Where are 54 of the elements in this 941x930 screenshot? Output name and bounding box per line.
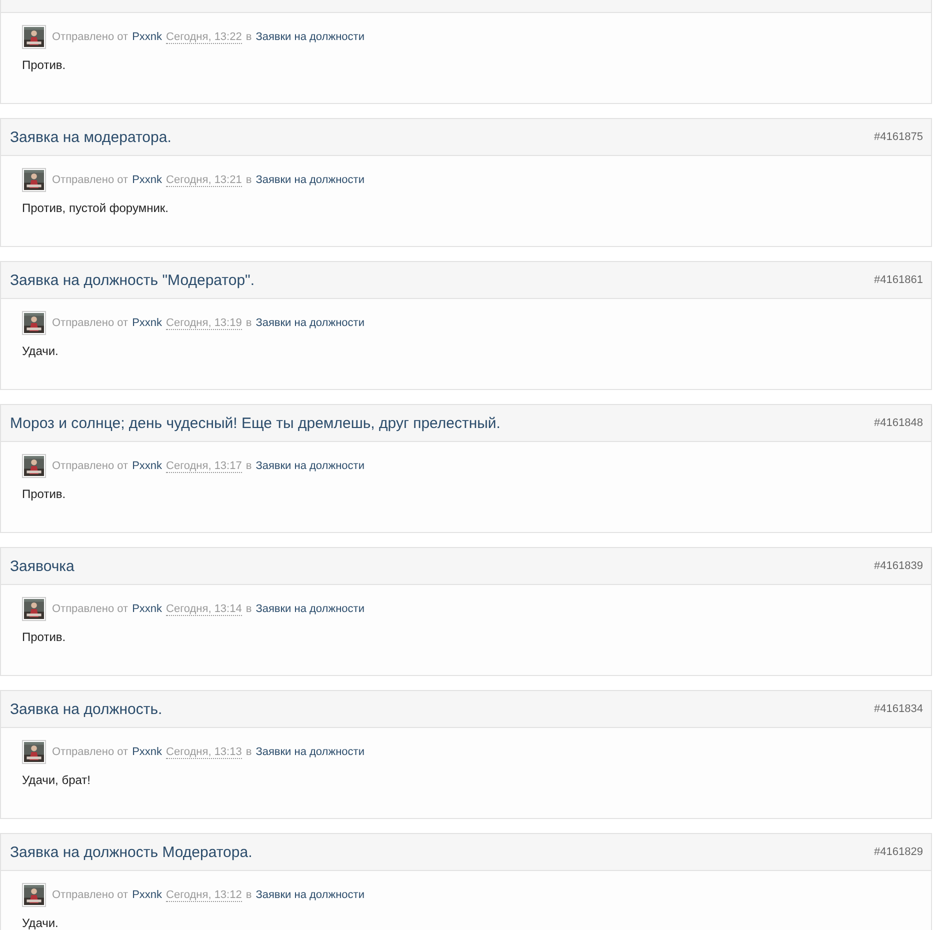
post-text: Против.	[22, 58, 67, 72]
author-link[interactable]: Pxxnk	[132, 31, 162, 43]
forum-link[interactable]: Заявки на должности	[256, 31, 364, 43]
author-link[interactable]: Pxxnk	[132, 174, 162, 186]
posted-by-label: Отправлено от	[52, 174, 128, 186]
in-label: в	[246, 889, 252, 901]
post-number: #4161875	[874, 131, 923, 143]
post-number: #4161839	[874, 560, 923, 572]
post-date: Сегодня, 13:17	[166, 460, 242, 472]
forum-link[interactable]: Заявки на должности	[256, 746, 364, 758]
forum-link[interactable]: Заявки на должности	[256, 174, 364, 186]
post-date: Сегодня, 13:22	[166, 30, 242, 44]
author-link[interactable]: Pxxnk	[132, 746, 162, 758]
post-date: Сегодня, 13:14	[166, 602, 242, 616]
post-number: #4161861	[874, 274, 923, 286]
in-label: в	[246, 603, 252, 615]
post-date: Сегодня, 13:19	[166, 316, 242, 330]
post-text: Удачи, брат!	[22, 773, 92, 787]
forum-link[interactable]: Заявки на должности	[256, 603, 364, 615]
in-label: в	[246, 746, 252, 758]
post-title-link[interactable]: Заявка на должность Модератора.	[10, 844, 252, 860]
forum-link[interactable]: Заявки на должности	[256, 317, 364, 329]
posted-by-label: Отправлено от	[52, 31, 128, 43]
post-number: #4161834	[874, 703, 923, 715]
author-link[interactable]: Pxxnk	[132, 889, 162, 901]
post-title-link[interactable]: Мороз и солнце; день чудесный! Еще ты дремлешь, друг прелестный.	[10, 414, 500, 432]
forum-link[interactable]: Заявки на должности	[256, 460, 364, 472]
posted-by-label: Отправлено от	[52, 746, 128, 758]
in-label: в	[246, 317, 252, 329]
post-title-link[interactable]: Заявка на должность.	[10, 700, 162, 718]
author-link[interactable]: Pxxnk	[132, 603, 162, 615]
post-text: Против.	[22, 487, 67, 501]
author-link[interactable]: Pxxnk	[132, 460, 162, 472]
posted-by-label: Отправлено от	[52, 317, 128, 329]
post-date: Сегодня, 13:12	[166, 888, 242, 902]
post-title-link[interactable]: Заявка на должность "Модератор".	[10, 272, 255, 288]
post-date: Сегодня, 13:21	[166, 174, 242, 186]
post-text: Удачи.	[22, 916, 60, 930]
post-number: #4161829	[874, 846, 923, 858]
posted-by-label: Отправлено от	[52, 603, 128, 615]
post-title-link[interactable]: Заявочка	[10, 558, 74, 574]
post-text: Удачи.	[22, 344, 60, 358]
forum-link[interactable]: Заявки на должности	[256, 889, 364, 901]
in-label: в	[246, 174, 252, 186]
post-title-link[interactable]: Заявка на модератора.	[10, 128, 172, 146]
posted-by-label: Отправлено от	[52, 889, 128, 901]
post-date: Сегодня, 13:13	[166, 746, 242, 758]
in-label: в	[246, 31, 252, 43]
post-text: Против.	[22, 630, 67, 644]
author-link[interactable]: Pxxnk	[132, 317, 162, 329]
post-number: #4161848	[874, 417, 923, 429]
post-text: Против, пустой форумник.	[22, 201, 170, 215]
posted-by-label: Отправлено от	[52, 460, 128, 472]
in-label: в	[246, 460, 252, 472]
